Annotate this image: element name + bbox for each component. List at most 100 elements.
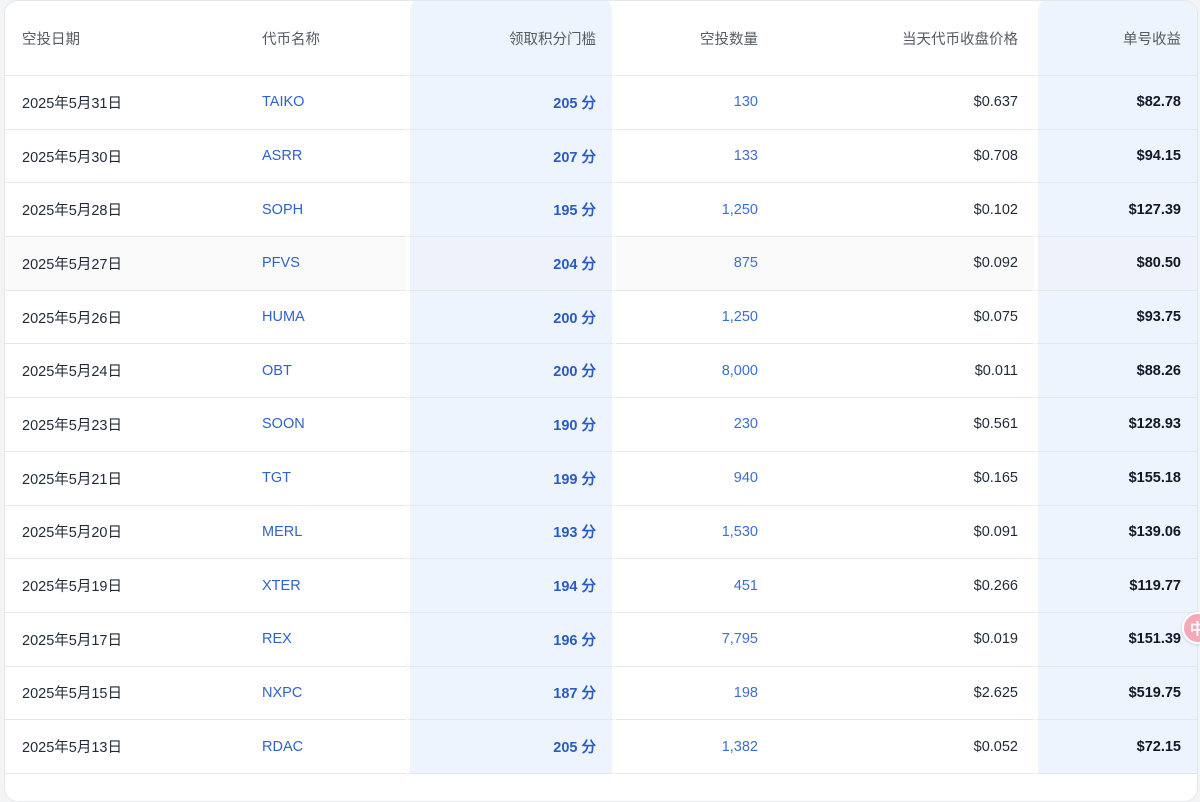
cell-date: 2025年5月20日 <box>5 506 246 560</box>
cell-income: $72.15 <box>1034 720 1197 774</box>
cell-price: $0.165 <box>774 452 1034 506</box>
cell-quantity: 1,382 <box>616 720 774 774</box>
cell-token[interactable]: TGT <box>246 452 406 506</box>
cell-date: 2025年5月19日 <box>5 559 246 613</box>
cell-price: $0.561 <box>774 398 1034 452</box>
cell-price: $0.637 <box>774 76 1034 130</box>
cell-threshold: 187 分 <box>406 666 616 721</box>
cell-token[interactable]: PFVS <box>246 237 406 291</box>
table-row[interactable]: 2025年5月13日 RDAC 205 分 1,382 $0.052 $72.15 <box>5 720 1197 774</box>
cell-threshold: 190 分 <box>406 398 616 452</box>
table-row[interactable]: 2025年5月15日 NXPC 187 分 198 $2.625 $519.75 <box>5 666 1197 721</box>
table-row[interactable]: 2025年5月21日 TGT 199 分 940 $0.165 $155.18 <box>5 451 1197 506</box>
table-row[interactable]: 2025年5月26日 HUMA 200 分 1,250 $0.075 $93.75 <box>5 290 1197 345</box>
cell-threshold: 200 分 <box>406 290 616 345</box>
table-row[interactable]: 2025年5月20日 MERL 193 分 1,530 $0.091 $139.06 <box>5 505 1197 560</box>
cell-income: $151.39 <box>1034 612 1197 667</box>
cell-token[interactable]: ASRR <box>246 130 406 184</box>
header-token[interactable]: 代币名称 <box>246 1 406 76</box>
table-row[interactable]: 2025年5月30日 ASRR 207 分 133 $0.708 $94.15 <box>5 129 1197 184</box>
cell-token[interactable]: REX <box>246 613 406 667</box>
header-date[interactable]: 空投日期 <box>5 1 246 76</box>
cell-quantity: 1,530 <box>616 506 774 560</box>
cell-date: 2025年5月31日 <box>5 76 246 130</box>
header-income[interactable]: 单号收益 <box>1034 1 1197 76</box>
cell-date: 2025年5月30日 <box>5 130 246 184</box>
cell-quantity: 940 <box>616 452 774 506</box>
cell-price: $0.266 <box>774 559 1034 613</box>
cell-income: $127.39 <box>1034 183 1197 238</box>
cell-date: 2025年5月21日 <box>5 452 246 506</box>
cell-quantity: 8,000 <box>616 344 774 399</box>
cell-token[interactable]: NXPC <box>246 667 406 721</box>
cell-threshold: 207 分 <box>406 129 616 184</box>
table-row[interactable]: 2025年5月31日 TAIKO 205 分 130 $0.637 $82.78 <box>5 76 1197 130</box>
cell-token[interactable]: SOON <box>246 398 406 452</box>
cell-income: $94.15 <box>1034 129 1197 184</box>
cell-income: $80.50 <box>1034 237 1197 291</box>
cell-income: $82.78 <box>1034 76 1197 130</box>
airdrop-table-card: 空投日期 代币名称 领取积分门槛 空投数量 当天代币收盘价格 单号收益 2025… <box>4 0 1198 802</box>
cell-price: $0.102 <box>774 183 1034 238</box>
cell-quantity: 133 <box>616 130 774 184</box>
header-price[interactable]: 当天代币收盘价格 <box>774 1 1034 76</box>
cell-date: 2025年5月17日 <box>5 613 246 667</box>
cell-income: $88.26 <box>1034 344 1197 399</box>
table-row[interactable]: 2025年5月28日 SOPH 195 分 1,250 $0.102 $127.39 <box>5 183 1197 238</box>
cell-quantity: 130 <box>616 76 774 130</box>
cell-price: $0.052 <box>774 720 1034 774</box>
cell-price: $2.625 <box>774 667 1034 721</box>
cell-threshold: 199 分 <box>406 451 616 506</box>
cell-quantity: 7,795 <box>616 613 774 667</box>
cell-token[interactable]: TAIKO <box>246 76 406 130</box>
cell-threshold: 196 分 <box>406 612 616 667</box>
cell-date: 2025年5月26日 <box>5 291 246 345</box>
cell-quantity: 230 <box>616 398 774 452</box>
cell-income: $93.75 <box>1034 290 1197 345</box>
cell-quantity: 451 <box>616 559 774 613</box>
cell-date: 2025年5月15日 <box>5 667 246 721</box>
cell-income: $519.75 <box>1034 666 1197 721</box>
cell-threshold: 193 分 <box>406 505 616 560</box>
cell-threshold: 205 分 <box>406 76 616 130</box>
cell-threshold: 204 分 <box>406 237 616 291</box>
table-header: 空投日期 代币名称 领取积分门槛 空投数量 当天代币收盘价格 单号收益 <box>5 1 1197 76</box>
table-row[interactable]: 2025年5月17日 REX 196 分 7,795 $0.019 $151.39 <box>5 612 1197 667</box>
cell-date: 2025年5月13日 <box>5 720 246 774</box>
cell-price: $0.011 <box>774 344 1034 399</box>
cell-price: $0.091 <box>774 506 1034 560</box>
cell-income: $119.77 <box>1034 559 1197 613</box>
cell-quantity: 875 <box>616 237 774 291</box>
cell-threshold: 195 分 <box>406 183 616 238</box>
airdrop-table: 空投日期 代币名称 领取积分门槛 空投数量 当天代币收盘价格 单号收益 2025… <box>5 1 1197 774</box>
cell-income: $128.93 <box>1034 398 1197 452</box>
cell-token[interactable]: RDAC <box>246 720 406 774</box>
cell-threshold: 194 分 <box>406 559 616 613</box>
cell-threshold: 200 分 <box>406 344 616 399</box>
cell-quantity: 198 <box>616 667 774 721</box>
cell-quantity: 1,250 <box>616 291 774 345</box>
cell-threshold: 205 分 <box>406 720 616 774</box>
header-quantity[interactable]: 空投数量 <box>616 1 774 76</box>
table-row[interactable]: 2025年5月27日 PFVS 204 分 875 $0.092 $80.50 <box>5 237 1197 291</box>
cell-date: 2025年5月28日 <box>5 183 246 238</box>
cell-price: $0.075 <box>774 291 1034 345</box>
cell-quantity: 1,250 <box>616 183 774 238</box>
table-row[interactable]: 2025年5月19日 XTER 194 分 451 $0.266 $119.77 <box>5 559 1197 613</box>
cell-token[interactable]: OBT <box>246 344 406 399</box>
table-row[interactable]: 2025年5月23日 SOON 190 分 230 $0.561 $128.93 <box>5 398 1197 452</box>
table-row[interactable]: 2025年5月24日 OBT 200 分 8,000 $0.011 $88.26 <box>5 344 1197 399</box>
header-row: 空投日期 代币名称 领取积分门槛 空投数量 当天代币收盘价格 单号收益 <box>5 1 1197 76</box>
cell-date: 2025年5月24日 <box>5 344 246 399</box>
cell-date: 2025年5月27日 <box>5 237 246 291</box>
header-threshold[interactable]: 领取积分门槛 <box>406 1 616 76</box>
cell-price: $0.708 <box>774 130 1034 184</box>
cell-token[interactable]: MERL <box>246 506 406 560</box>
cell-price: $0.019 <box>774 613 1034 667</box>
cell-token[interactable]: XTER <box>246 559 406 613</box>
cell-price: $0.092 <box>774 237 1034 291</box>
cell-token[interactable]: SOPH <box>246 183 406 238</box>
cell-token[interactable]: HUMA <box>246 291 406 345</box>
cell-income: $139.06 <box>1034 505 1197 560</box>
cell-income: $155.18 <box>1034 451 1197 506</box>
